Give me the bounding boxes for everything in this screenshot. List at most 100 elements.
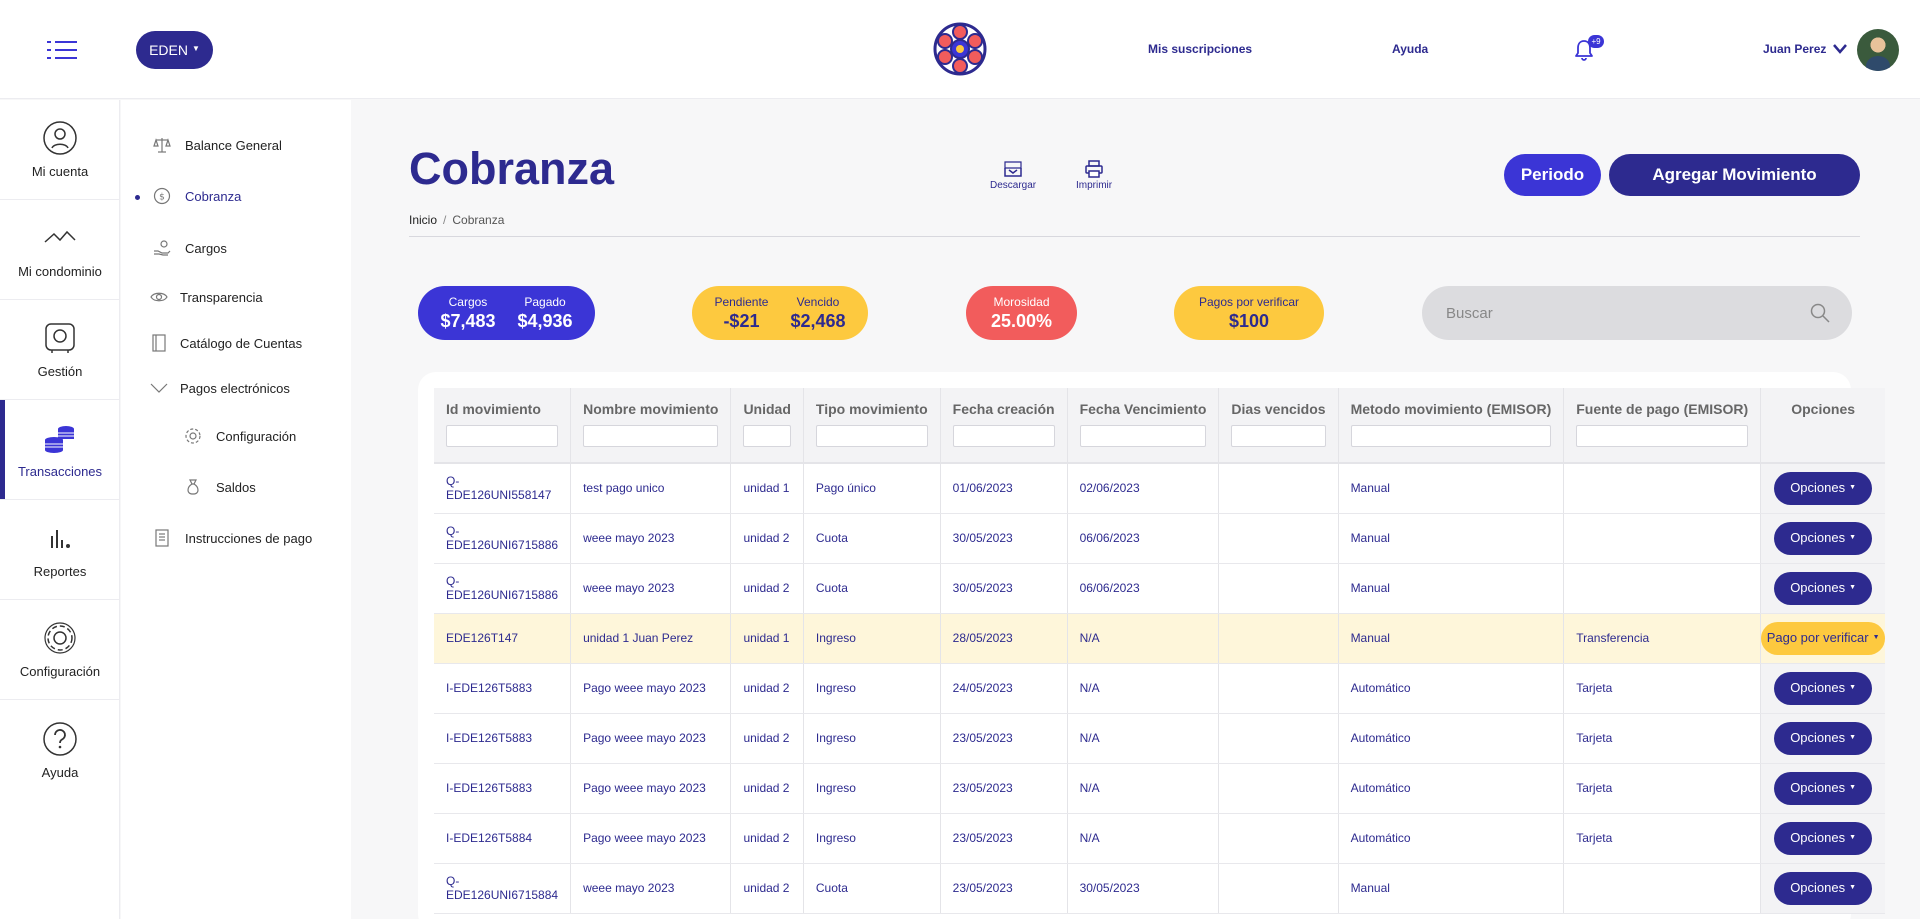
column-filter-input[interactable]: [1576, 425, 1749, 447]
table-row[interactable]: I-EDE126T5883 Pago weee mayo 2023 unidad…: [434, 663, 1886, 714]
column-filter-input[interactable]: [1231, 425, 1326, 447]
organization-selector[interactable]: EDEN ▼: [136, 31, 213, 69]
table-row[interactable]: I-EDE126T5883 Pago weee mayo 2023 unidad…: [434, 763, 1886, 814]
rail-item-reportes[interactable]: Reportes: [0, 500, 120, 600]
column-filter-input[interactable]: [446, 425, 559, 447]
submenu-item-configuracion[interactable]: Configuración: [184, 427, 296, 445]
opciones-button[interactable]: Opciones ▼: [1774, 571, 1873, 605]
submenu-label: Pagos electrónicos: [180, 380, 290, 396]
rail-item-mi-cuenta[interactable]: Mi cuenta: [0, 100, 120, 200]
opciones-button[interactable]: Opciones ▼: [1774, 471, 1873, 505]
column-filter-input[interactable]: [1079, 425, 1207, 447]
column-header: Dias vencidos: [1218, 388, 1339, 464]
caret-down-icon: ▼: [1849, 884, 1857, 891]
menu-toggle-icon[interactable]: [47, 40, 77, 60]
stat-value: $7,483: [440, 310, 496, 331]
transactions-table: Id movimiento Nombre movimiento Unidad T…: [434, 388, 1886, 914]
submenu-item-balance-general[interactable]: Balance General: [153, 136, 282, 154]
pago-por-verificar-button[interactable]: Pago por verificar ▼: [1761, 621, 1886, 655]
rail-item-ayuda[interactable]: Ayuda: [0, 700, 120, 800]
rail-item-gestion[interactable]: Gestión: [0, 300, 120, 400]
rail-item-transacciones[interactable]: Transacciones: [0, 400, 120, 500]
cell-tipo: Ingreso: [803, 763, 941, 814]
stat-value: -$21: [723, 310, 760, 331]
search-icon[interactable]: [1810, 303, 1830, 323]
table-row[interactable]: I-EDE126T5884 Pago weee mayo 2023 unidad…: [434, 813, 1886, 864]
coins-stack-icon: [45, 426, 74, 453]
link-ayuda[interactable]: Ayuda: [1392, 42, 1428, 56]
stat-label: Cargos: [448, 294, 488, 309]
stat-pill-pagos-por-verificar: Pagos por verificar $100: [1174, 286, 1324, 340]
cell-dias-vencidos: [1218, 513, 1339, 564]
cell-fecha-vencimiento: 06/06/2023: [1067, 513, 1220, 564]
cell-fecha-vencimiento: N/A: [1067, 663, 1220, 714]
breadcrumb-link-inicio[interactable]: Inicio: [409, 213, 437, 227]
submenu-item-pagos-electronicos[interactable]: Pagos electrónicos: [150, 379, 290, 397]
stat-pill-cargos-pagado: Cargos $7,483 Pagado $4,936: [418, 286, 595, 340]
column-filter-input[interactable]: [1350, 425, 1552, 447]
cell-fecha-vencimiento: N/A: [1067, 813, 1220, 864]
user-name[interactable]: Juan Perez: [1763, 42, 1826, 56]
cell-fecha-creacion: 01/06/2023: [940, 463, 1068, 514]
chevron-down-icon[interactable]: [1832, 42, 1848, 56]
caret-down-icon: ▼: [1849, 784, 1857, 791]
scale-icon: [153, 138, 171, 153]
caret-down-icon: ▼: [191, 43, 200, 53]
avatar[interactable]: [1857, 29, 1899, 71]
column-filter-input[interactable]: [952, 425, 1055, 447]
table-row[interactable]: Q-EDE126UNI558147 test pago unico unidad…: [434, 463, 1886, 514]
opciones-button[interactable]: Opciones ▼: [1774, 721, 1873, 755]
gear-icon: [185, 428, 201, 444]
opciones-label: Opciones: [1790, 530, 1846, 545]
rail-item-configuracion[interactable]: Configuración: [0, 600, 120, 700]
agregar-movimiento-button[interactable]: Agregar Movimiento: [1609, 154, 1860, 196]
caret-down-icon: ▼: [1849, 484, 1857, 492]
opciones-label: Opciones: [1790, 730, 1846, 745]
cell-opciones: Opciones ▼: [1760, 763, 1886, 814]
submenu-item-cobranza[interactable]: $ Cobranza: [153, 187, 241, 205]
cell-nombre: weee mayo 2023: [570, 863, 732, 914]
submenu-label: Cargos: [185, 240, 227, 256]
opciones-button[interactable]: Opciones ▼: [1774, 871, 1873, 905]
cell-id: Q-EDE126UNI6715886: [434, 513, 572, 564]
cell-tipo: Cuota: [803, 863, 941, 914]
table-row[interactable]: Q-EDE126UNI6715884 weee mayo 2023 unidad…: [434, 863, 1886, 914]
download-button[interactable]: Descargar: [990, 160, 1036, 191]
brand-logo-icon[interactable]: [933, 22, 987, 76]
stat-label: Pagado: [524, 294, 566, 309]
opciones-button[interactable]: Opciones ▼: [1774, 821, 1873, 855]
link-mis-suscripciones[interactable]: Mis suscripciones: [1148, 42, 1252, 56]
table-row[interactable]: I-EDE126T5883 Pago weee mayo 2023 unidad…: [434, 713, 1886, 764]
stat-value: 25.00%: [990, 310, 1053, 331]
periodo-button[interactable]: Periodo: [1504, 154, 1601, 196]
cell-fecha-creacion: 23/05/2023: [940, 813, 1068, 864]
transactions-card: Id movimiento Nombre movimiento Unidad T…: [418, 372, 1886, 919]
submenu-item-transparencia[interactable]: Transparencia: [150, 288, 263, 306]
table-row-highlighted[interactable]: EDE126T147 unidad 1 Juan Perez unidad 1 …: [434, 613, 1886, 664]
column-title: Metodo movimiento (EMISOR): [1350, 401, 1552, 417]
opciones-button[interactable]: Opciones ▼: [1774, 671, 1873, 705]
caret-down-icon: ▼: [1849, 534, 1857, 541]
table-row[interactable]: Q-EDE126UNI6715886 weee mayo 2023 unidad…: [434, 513, 1886, 564]
download-tray-icon: [1004, 161, 1022, 177]
cell-fecha-creacion: 23/05/2023: [940, 763, 1068, 814]
column-filter-input[interactable]: [815, 425, 928, 447]
organization-label: EDEN: [149, 42, 188, 58]
column-filter-input[interactable]: [583, 425, 719, 447]
submenu-item-instrucciones-de-pago[interactable]: Instrucciones de pago: [153, 529, 312, 547]
submenu-item-saldos[interactable]: Saldos: [184, 478, 256, 496]
cell-unidad: unidad 2: [730, 763, 804, 814]
rail-item-mi-condominio[interactable]: Mi condominio: [0, 200, 120, 300]
opciones-button[interactable]: Opciones ▼: [1774, 771, 1873, 805]
print-button[interactable]: Imprimir: [1076, 160, 1112, 191]
cell-fecha-creacion: 24/05/2023: [940, 663, 1068, 714]
table-row[interactable]: Q-EDE126UNI6715886 weee mayo 2023 unidad…: [434, 563, 1886, 614]
opciones-button[interactable]: Opciones ▼: [1774, 521, 1873, 555]
bar-chart-icon: [51, 530, 70, 548]
submenu-item-cargos[interactable]: Cargos: [153, 239, 227, 257]
search-input[interactable]: [1446, 286, 1806, 340]
breadcrumb: Inicio / Cobranza: [409, 213, 504, 227]
column-filter-input[interactable]: [743, 425, 791, 447]
column-title: Tipo movimiento: [815, 401, 928, 417]
submenu-item-catalogo-de-cuentas[interactable]: Catálogo de Cuentas: [150, 334, 302, 352]
